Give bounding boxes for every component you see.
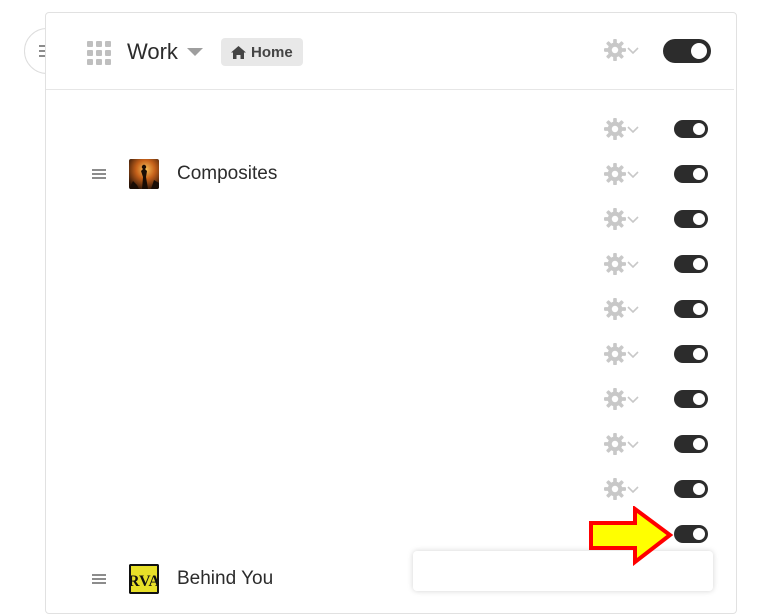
chevron-down-icon (627, 351, 639, 359)
chevron-down-icon (627, 216, 639, 224)
item-label[interactable]: Composites (177, 162, 277, 186)
home-icon (231, 45, 246, 59)
enable-toggle[interactable] (674, 390, 708, 408)
gear-icon (604, 478, 626, 500)
toggle-knob (691, 43, 707, 59)
enable-toggle[interactable] (674, 480, 708, 498)
header-settings-dropdown[interactable] (604, 39, 640, 63)
enable-toggle[interactable] (674, 435, 708, 453)
gear-icon (604, 39, 626, 61)
enable-toggle[interactable] (674, 525, 708, 543)
toggle-knob (693, 213, 705, 225)
home-label: Home (251, 43, 293, 61)
settings-dropdown[interactable] (604, 118, 640, 142)
settings-dropdown[interactable] (604, 208, 640, 232)
chevron-down-icon[interactable] (187, 48, 203, 56)
gear-icon (604, 433, 626, 455)
gear-icon (604, 298, 626, 320)
enable-toggle[interactable] (674, 165, 708, 183)
arrow-right-icon (589, 506, 674, 566)
settings-dropdown[interactable] (604, 433, 640, 457)
chevron-down-icon (627, 396, 639, 404)
gear-icon (604, 118, 626, 140)
settings-dropdown[interactable] (604, 343, 640, 367)
toggle-knob (693, 483, 705, 495)
gear-icon (604, 388, 626, 410)
settings-dropdown[interactable] (604, 253, 640, 277)
chevron-down-icon (627, 441, 639, 449)
header-divider (46, 89, 734, 90)
toggle-knob (693, 348, 705, 360)
composites-thumbnail (129, 159, 159, 189)
item-label[interactable]: Behind You (177, 567, 273, 591)
toggle-knob (693, 438, 705, 450)
chevron-down-icon (627, 47, 639, 55)
chevron-down-icon (627, 306, 639, 314)
enable-toggle[interactable] (674, 300, 708, 318)
gear-icon (604, 208, 626, 230)
settings-dropdown[interactable] (604, 478, 640, 502)
enable-toggle[interactable] (674, 120, 708, 138)
chevron-down-icon (627, 126, 639, 134)
home-button[interactable]: Home (221, 38, 303, 66)
toggle-knob (693, 393, 705, 405)
enable-toggle[interactable] (674, 345, 708, 363)
gear-icon (604, 163, 626, 185)
header-toggle[interactable] (663, 39, 711, 63)
toggle-knob (693, 123, 705, 135)
settings-dropdown[interactable] (604, 163, 640, 187)
enable-toggle[interactable] (674, 255, 708, 273)
toggle-knob (693, 168, 705, 180)
drag-handle-icon[interactable] (92, 169, 106, 179)
enable-toggle[interactable] (674, 210, 708, 228)
toggle-knob (693, 303, 705, 315)
settings-dropdown[interactable] (604, 298, 640, 322)
toggle-knob (693, 258, 705, 270)
gear-icon (604, 253, 626, 275)
chevron-down-icon (627, 261, 639, 269)
chevron-down-icon (627, 171, 639, 179)
rva-thumbnail: RVA (129, 564, 159, 594)
chevron-down-icon (627, 486, 639, 494)
gear-icon (604, 343, 626, 365)
toggle-knob (693, 528, 705, 540)
workspace-title[interactable]: Work (127, 38, 178, 66)
settings-dropdown[interactable] (604, 388, 640, 412)
grid-icon[interactable] (87, 41, 111, 65)
